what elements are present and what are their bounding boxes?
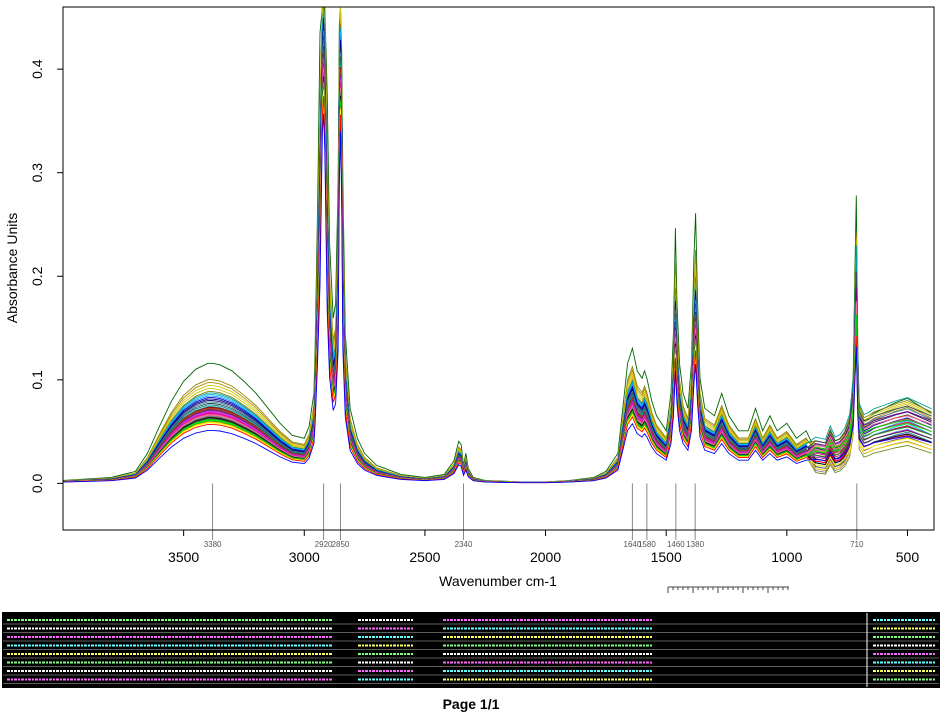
- x-tick-label: 1500: [651, 549, 682, 565]
- spectrum-series-6: [63, 6, 932, 483]
- y-tick-label: 0.2: [29, 266, 45, 286]
- peak-label: 2920: [315, 540, 333, 549]
- peak-label: 2340: [455, 540, 473, 549]
- x-tick-label: 2500: [409, 549, 440, 565]
- spectrum-series-4: [63, 6, 932, 483]
- peak-label: 1380: [686, 540, 704, 549]
- x-tick-label: 2000: [530, 549, 561, 565]
- peak-label: 1580: [638, 540, 656, 549]
- peak-labels-layer: 3380 2920 2850 2340 16401580 1460 1380 710: [204, 483, 864, 549]
- y-axis-label: Absorbance Units: [4, 213, 20, 324]
- scale-bar: [667, 586, 789, 593]
- spectrum-series-30: [63, 74, 932, 484]
- page-number: Page 1/1: [442, 696, 500, 712]
- x-tick-label: 1000: [771, 549, 802, 565]
- y-tick-label: 0.1: [29, 370, 45, 390]
- x-axis-label: Wavenumber cm-1: [439, 573, 557, 589]
- y-axis: 0.0 0.1 0.2 0.3 0.4: [29, 59, 63, 493]
- peak-label: 710: [850, 540, 864, 549]
- sample-table: [2, 612, 940, 688]
- sample-table-rows: [3, 613, 939, 687]
- y-tick-label: 0.4: [29, 59, 45, 79]
- x-axis: 3500 3000 2500 2000 1500 1000 500: [168, 530, 919, 565]
- x-tick-label: 3000: [289, 549, 320, 565]
- y-tick-label: 0.0: [29, 473, 45, 493]
- x-tick-label: 500: [896, 549, 920, 565]
- peak-label: 3380: [204, 540, 222, 549]
- peak-label: 2850: [332, 540, 350, 549]
- y-tick-label: 0.3: [29, 163, 45, 183]
- spectrum-chart: 3380 2920 2850 2340 16401580 1460 1380 710 3500…: [4, 6, 935, 593]
- peak-label: 1460: [667, 540, 685, 549]
- spectrum-series-7: [63, 6, 932, 483]
- x-tick-label: 3500: [168, 549, 199, 565]
- series-layer: [63, 6, 932, 484]
- spectrum-series-5: [63, 6, 932, 483]
- spectrum-series-31: [63, 76, 932, 484]
